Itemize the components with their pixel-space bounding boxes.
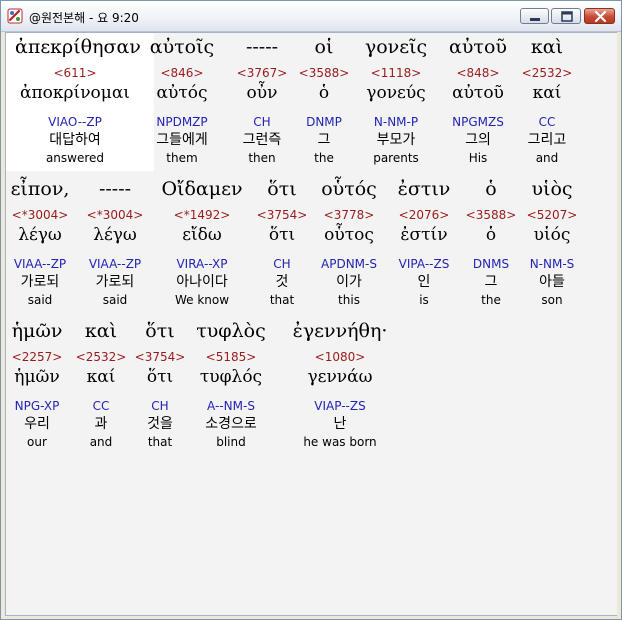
word-strong: <2532>: [521, 66, 573, 80]
word-korean: 아들: [539, 274, 565, 290]
maximize-icon: [561, 11, 573, 22]
word-strong: <5207>: [526, 208, 578, 222]
word-english: and: [535, 151, 559, 165]
word-korean: 난: [333, 416, 347, 432]
word-english: son: [541, 293, 563, 307]
minimize-icon: [530, 18, 540, 21]
verse-panel[interactable]: ἀπεκρίθησαν <611> ἀποκρίνομαι VIAO--ZP 대답하여 a…: [5, 32, 619, 616]
app-window: @원전본해 - 요 9:20 ἀπεκρίθησαν <611> ἀποκρίνομ…: [0, 0, 622, 620]
word-greek[interactable]: ἀπεκρίθησαν: [15, 35, 141, 59]
word-greek[interactable]: υἱὸς: [492, 177, 612, 201]
word-english: blind: [216, 435, 246, 449]
title-bar[interactable]: @원전본해 - 요 9:20: [1, 1, 621, 32]
word-parse: VIAO--ZP: [48, 115, 102, 129]
word-parse: N-NM-S: [529, 257, 575, 271]
word-parse: VIAP--ZS: [314, 399, 366, 413]
word-strong: <1080>: [314, 350, 366, 364]
window-title: @원전본해 - 요 9:20: [29, 11, 139, 25]
window-right-edge: [617, 32, 621, 616]
word-english: he was born: [303, 435, 377, 449]
word-korean: 소경으로: [205, 416, 257, 432]
word-lemma: καί: [532, 83, 562, 103]
word-parse: A--NM-S: [207, 399, 255, 413]
minimize-button[interactable]: [520, 8, 549, 24]
app-icon: [7, 8, 23, 24]
word-greek[interactable]: τυφλὸς: [171, 319, 291, 343]
word-lemma: τυφλός: [199, 367, 263, 387]
word-strong: <611>: [53, 66, 97, 80]
word-korean: 그리고: [527, 132, 567, 148]
close-icon: [594, 10, 607, 23]
word-lemma: ἀποκρίνομαι: [20, 83, 130, 103]
word-lemma: γεννάω: [307, 367, 373, 387]
word-english: answered: [45, 151, 105, 165]
word-strong: <5185>: [205, 350, 257, 364]
word-parse: CC: [538, 115, 556, 129]
close-button[interactable]: [584, 8, 615, 24]
word-lemma: υἱός: [533, 225, 571, 245]
word-greek[interactable]: ἐγεννήθη·: [280, 319, 400, 343]
maximize-button[interactable]: [551, 8, 581, 24]
word-greek[interactable]: καὶ: [487, 35, 607, 59]
word-korean: 대답하여: [49, 132, 101, 148]
